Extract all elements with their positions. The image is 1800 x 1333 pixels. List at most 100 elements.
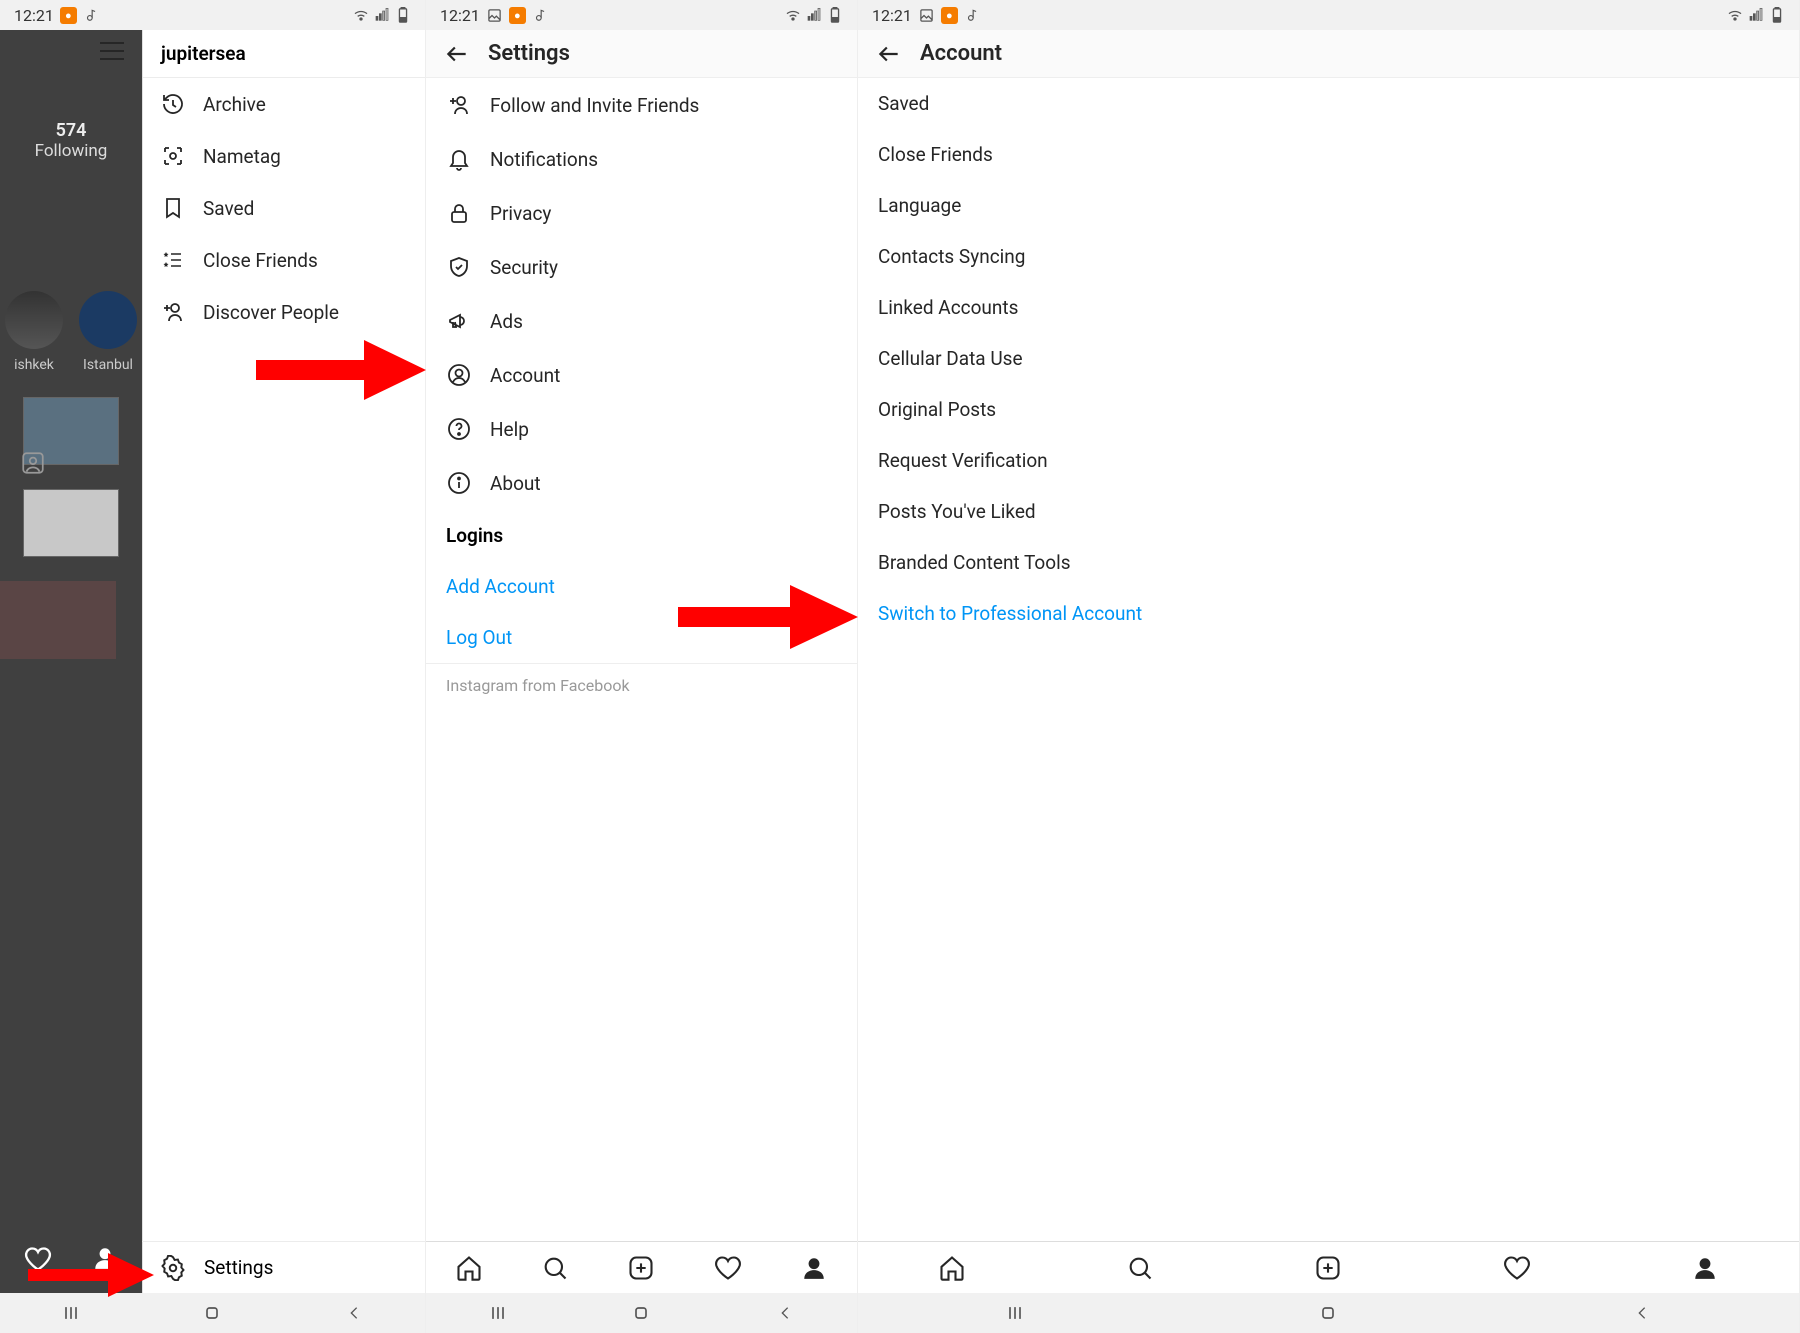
- account-branded-content[interactable]: Branded Content Tools: [858, 537, 1799, 588]
- drawer-close-friends[interactable]: Close Friends: [143, 234, 425, 286]
- status-bar: 12:21 ●: [426, 0, 857, 30]
- music-icon: [532, 7, 549, 24]
- image-icon: [486, 7, 503, 24]
- wifi-icon: [1726, 7, 1743, 24]
- profile-drawer: jupitersea Archive Nametag Saved Close F…: [142, 30, 425, 1333]
- account-cellular-data[interactable]: Cellular Data Use: [858, 333, 1799, 384]
- account-saved[interactable]: Saved: [858, 78, 1799, 129]
- status-time: 12:21: [14, 6, 54, 25]
- notification-icon: ●: [941, 7, 958, 24]
- wifi-icon: [784, 7, 801, 24]
- drawer-settings[interactable]: Settings: [142, 1241, 425, 1293]
- account-close-friends[interactable]: Close Friends: [858, 129, 1799, 180]
- settings-account[interactable]: Account: [426, 348, 857, 402]
- tab-home[interactable]: [454, 1253, 484, 1283]
- back-icon[interactable]: [444, 41, 470, 67]
- status-bar: 12:21 ●: [858, 0, 1799, 30]
- panel-profile-drawer: 12:21 ● 574 Following ishkek Istanbul: [0, 0, 426, 1333]
- music-icon: [964, 7, 981, 24]
- tagged-tab-icon[interactable]: [20, 450, 46, 476]
- back-button[interactable]: [1627, 1298, 1657, 1328]
- add-user-icon: [161, 300, 185, 324]
- switch-professional-link[interactable]: Switch to Professional Account: [858, 588, 1799, 639]
- settings-follow-invite[interactable]: Follow and Invite Friends: [426, 78, 857, 132]
- notification-icon: ●: [60, 7, 77, 24]
- following-count: 574: [0, 120, 142, 141]
- recent-apps-button[interactable]: [56, 1298, 86, 1328]
- back-button[interactable]: [770, 1298, 800, 1328]
- post-thumbnail[interactable]: [0, 581, 116, 659]
- recent-apps-button[interactable]: [1000, 1298, 1030, 1328]
- back-icon[interactable]: [876, 41, 902, 67]
- list-star-icon: [161, 248, 185, 272]
- status-time: 12:21: [440, 6, 480, 25]
- signal-icon: [805, 7, 822, 24]
- settings-privacy[interactable]: Privacy: [426, 186, 857, 240]
- shield-icon: [446, 254, 472, 280]
- bell-icon: [446, 146, 472, 172]
- info-icon: [446, 470, 472, 496]
- drawer-discover-people[interactable]: Discover People: [143, 286, 425, 338]
- status-bar: 12:21 ●: [0, 0, 425, 30]
- story-highlight[interactable]: ishkek: [5, 291, 63, 373]
- drawer-nametag[interactable]: Nametag: [143, 130, 425, 182]
- settings-ads[interactable]: Ads: [426, 294, 857, 348]
- signal-icon: [1747, 7, 1764, 24]
- account-contacts-syncing[interactable]: Contacts Syncing: [858, 231, 1799, 282]
- android-nav-bar: [0, 1293, 425, 1333]
- account-language[interactable]: Language: [858, 180, 1799, 231]
- profile-dimmed-background: 574 Following ishkek Istanbul: [0, 30, 142, 1333]
- nametag-icon: [161, 144, 185, 168]
- battery-icon: [1768, 7, 1785, 24]
- drawer-username: jupitersea: [161, 42, 246, 65]
- add-user-icon: [446, 92, 472, 118]
- tab-profile[interactable]: [1690, 1253, 1720, 1283]
- tab-bar: [426, 1241, 857, 1293]
- tab-home[interactable]: [937, 1253, 967, 1283]
- home-button[interactable]: [197, 1298, 227, 1328]
- account-original-posts[interactable]: Original Posts: [858, 384, 1799, 435]
- drawer-saved[interactable]: Saved: [143, 182, 425, 234]
- tab-bar: [858, 1241, 1799, 1293]
- tutorial-arrow-icon: [28, 1253, 154, 1297]
- tab-search[interactable]: [540, 1253, 570, 1283]
- settings-label: Settings: [204, 1256, 273, 1279]
- story-highlight[interactable]: Istanbul: [79, 291, 137, 373]
- music-icon: [83, 7, 100, 24]
- footer-text: Instagram from Facebook: [426, 663, 857, 707]
- tab-activity[interactable]: [713, 1253, 743, 1283]
- panel-account: 12:21 ● Account Saved Close Friends Lang…: [858, 0, 1800, 1333]
- android-nav-bar: [858, 1293, 1799, 1333]
- user-icon: [446, 362, 472, 388]
- recent-apps-button[interactable]: [483, 1298, 513, 1328]
- settings-about[interactable]: About: [426, 456, 857, 510]
- bookmark-icon: [161, 196, 185, 220]
- lock-icon: [446, 200, 472, 226]
- signal-icon: [373, 7, 390, 24]
- tab-search[interactable]: [1125, 1253, 1155, 1283]
- settings-notifications[interactable]: Notifications: [426, 132, 857, 186]
- wifi-icon: [352, 7, 369, 24]
- tab-activity[interactable]: [1502, 1253, 1532, 1283]
- megaphone-icon: [446, 308, 472, 334]
- gear-icon: [160, 1255, 186, 1281]
- home-button[interactable]: [1313, 1298, 1343, 1328]
- tab-profile[interactable]: [799, 1253, 829, 1283]
- account-request-verification[interactable]: Request Verification: [858, 435, 1799, 486]
- settings-help[interactable]: Help: [426, 402, 857, 456]
- account-linked-accounts[interactable]: Linked Accounts: [858, 282, 1799, 333]
- back-button[interactable]: [339, 1298, 369, 1328]
- account-posts-liked[interactable]: Posts You've Liked: [858, 486, 1799, 537]
- hamburger-icon[interactable]: [100, 42, 124, 60]
- android-nav-bar: [426, 1293, 857, 1333]
- tab-add[interactable]: [626, 1253, 656, 1283]
- settings-security[interactable]: Security: [426, 240, 857, 294]
- following-label: Following: [0, 141, 142, 161]
- post-thumbnail[interactable]: [23, 489, 119, 557]
- tutorial-arrow-icon: [678, 585, 858, 649]
- help-icon: [446, 416, 472, 442]
- drawer-archive[interactable]: Archive: [143, 78, 425, 130]
- home-button[interactable]: [626, 1298, 656, 1328]
- page-title: Settings: [488, 41, 570, 66]
- tab-add[interactable]: [1313, 1253, 1343, 1283]
